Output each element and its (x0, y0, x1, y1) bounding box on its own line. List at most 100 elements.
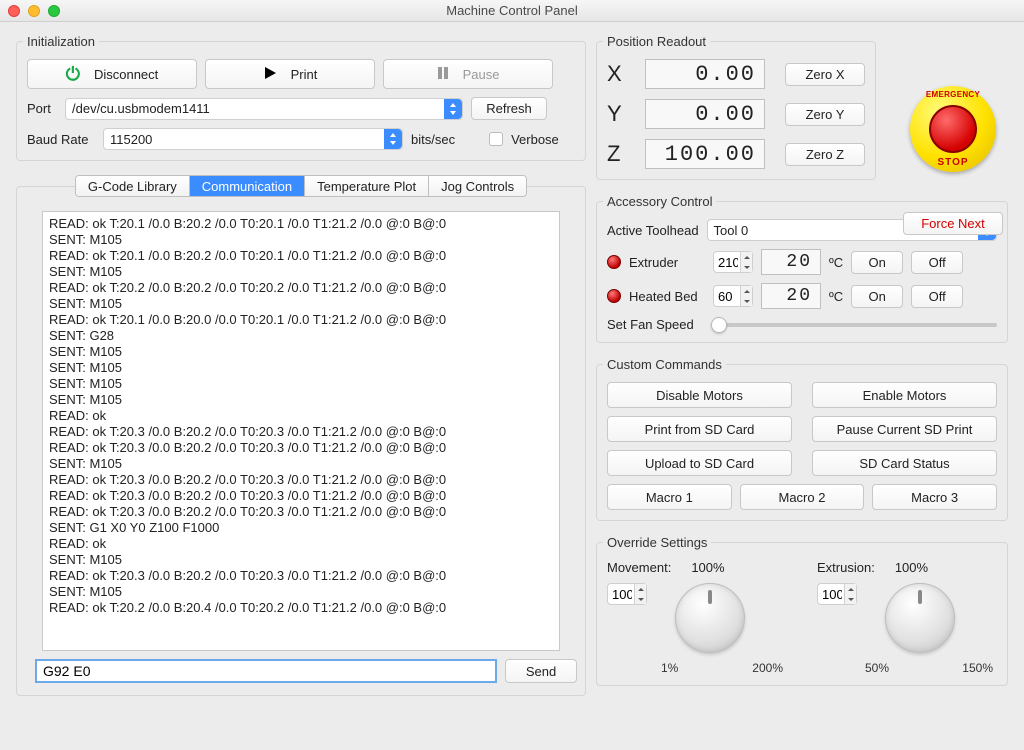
extruder-off-button[interactable]: Off (911, 251, 963, 274)
active-toolhead-label: Active Toolhead (607, 223, 699, 238)
refresh-button[interactable]: Refresh (471, 97, 547, 120)
sd-card-status-button[interactable]: SD Card Status (812, 450, 997, 476)
print-label: Print (291, 67, 318, 82)
zero-y-button[interactable]: Zero Y (785, 103, 865, 126)
communication-panel: READ: ok T:20.1 /0.0 B:20.2 /0.0 T0:20.1… (16, 186, 586, 696)
macro-2-button[interactable]: Macro 2 (740, 484, 865, 510)
bed-label: Heated Bed (629, 289, 705, 304)
print-from-sd-button[interactable]: Print from SD Card (607, 416, 792, 442)
movement-spinner[interactable] (607, 583, 647, 605)
pause-sd-print-button[interactable]: Pause Current SD Print (812, 416, 997, 442)
x-axis-label: X (607, 61, 635, 87)
movement-max: 200% (752, 661, 783, 675)
console-line: READ: ok T:20.3 /0.0 B:20.2 /0.0 T0:20.3… (49, 472, 553, 488)
position-legend: Position Readout (603, 34, 710, 49)
extruder-setpoint-spinner[interactable] (713, 251, 753, 273)
extruder-on-button[interactable]: On (851, 251, 903, 274)
extruder-led-icon (607, 255, 621, 269)
window-title: Machine Control Panel (446, 3, 578, 18)
console-line: READ: ok T:20.2 /0.0 B:20.4 /0.0 T0:20.2… (49, 600, 553, 616)
verbose-label: Verbose (511, 132, 559, 147)
bed-on-button[interactable]: On (851, 285, 903, 308)
fan-label: Set Fan Speed (607, 317, 703, 332)
macro-1-button[interactable]: Macro 1 (607, 484, 732, 510)
port-select[interactable]: /dev/cu.usbmodem1411 (65, 98, 463, 120)
baud-unit: bits/sec (411, 132, 455, 147)
extrusion-pct: 100% (895, 560, 928, 575)
traffic-lights (8, 5, 60, 17)
maximize-icon[interactable] (48, 5, 60, 17)
console-line: SENT: M105 (49, 456, 553, 472)
enable-motors-button[interactable]: Enable Motors (812, 382, 997, 408)
console-line: SENT: M105 (49, 296, 553, 312)
tabbar: G-Code Library Communication Temperature… (75, 175, 527, 197)
console-line: SENT: M105 (49, 584, 553, 600)
console-line: READ: ok T:20.1 /0.0 B:20.2 /0.0 T0:20.1… (49, 248, 553, 264)
port-value: /dev/cu.usbmodem1411 (72, 101, 210, 116)
console-line: SENT: G28 (49, 328, 553, 344)
bed-setpoint-spinner[interactable] (713, 285, 753, 307)
play-icon (263, 66, 277, 83)
verbose-checkbox[interactable] (489, 132, 503, 146)
force-next-button[interactable]: Force Next (903, 212, 1003, 235)
console-line: READ: ok T:20.2 /0.0 B:20.2 /0.0 T0:20.2… (49, 280, 553, 296)
console-line: SENT: M105 (49, 344, 553, 360)
console-log[interactable]: READ: ok T:20.1 /0.0 B:20.2 /0.0 T0:20.1… (42, 211, 560, 651)
console-line: SENT: G1 X0 Y0 Z100 F1000 (49, 520, 553, 536)
extrusion-label: Extrusion: (817, 560, 875, 575)
tab-communication[interactable]: Communication (190, 176, 305, 196)
tab-temperature-plot[interactable]: Temperature Plot (305, 176, 429, 196)
y-axis-label: Y (607, 101, 635, 127)
disable-motors-button[interactable]: Disable Motors (607, 382, 792, 408)
x-readout: 0.00 (645, 59, 765, 89)
deg-label-2: ºC (829, 289, 843, 304)
z-readout: 100.00 (645, 139, 765, 169)
gcode-input[interactable] (35, 659, 497, 683)
console-line: READ: ok T:20.3 /0.0 B:20.2 /0.0 T0:20.3… (49, 440, 553, 456)
custom-legend: Custom Commands (603, 357, 726, 372)
upload-to-sd-button[interactable]: Upload to SD Card (607, 450, 792, 476)
zero-x-button[interactable]: Zero X (785, 63, 865, 86)
emergency-stop-button[interactable]: EMERGENCY STOP (910, 86, 996, 172)
extruder-label: Extruder (629, 255, 705, 270)
power-icon: ⏻ (66, 64, 80, 85)
console-line: READ: ok T:20.3 /0.0 B:20.2 /0.0 T0:20.3… (49, 504, 553, 520)
send-button[interactable]: Send (505, 659, 577, 683)
console-line: SENT: M105 (49, 264, 553, 280)
minimize-icon[interactable] (28, 5, 40, 17)
zero-z-button[interactable]: Zero Z (785, 143, 865, 166)
close-icon[interactable] (8, 5, 20, 17)
estop-top-label: EMERGENCY (926, 90, 980, 99)
fan-speed-slider[interactable] (711, 323, 997, 327)
active-toolhead-value: Tool 0 (714, 223, 749, 238)
console-line: READ: ok (49, 408, 553, 424)
deg-label: ºC (829, 255, 843, 270)
bed-off-button[interactable]: Off (911, 285, 963, 308)
print-button[interactable]: Print (205, 59, 375, 89)
baud-label: Baud Rate (27, 132, 95, 147)
z-axis-label: Z (607, 141, 635, 167)
override-legend: Override Settings (603, 535, 711, 550)
macro-3-button[interactable]: Macro 3 (872, 484, 997, 510)
console-line: SENT: M105 (49, 232, 553, 248)
tab-gcode-library[interactable]: G-Code Library (76, 176, 190, 196)
console-line: SENT: M105 (49, 392, 553, 408)
console-line: READ: ok T:20.1 /0.0 B:20.0 /0.0 T0:20.1… (49, 312, 553, 328)
disconnect-label: Disconnect (94, 67, 158, 82)
console-line: READ: ok T:20.3 /0.0 B:20.2 /0.0 T0:20.3… (49, 424, 553, 440)
disconnect-button[interactable]: ⏻ Disconnect (27, 59, 197, 89)
estop-core-icon (929, 105, 977, 153)
tab-jog-controls[interactable]: Jog Controls (429, 176, 526, 196)
console-line: SENT: M105 (49, 552, 553, 568)
movement-pct: 100% (691, 560, 724, 575)
extrusion-spinner[interactable] (817, 583, 857, 605)
extrusion-knob[interactable] (885, 583, 955, 653)
override-settings-group: Override Settings Movement: 100% (596, 535, 1008, 686)
extruder-temp-readout: 20 (761, 249, 821, 275)
bed-temp-readout: 20 (761, 283, 821, 309)
pause-button[interactable]: Pause (383, 59, 553, 89)
dropdown-icon (384, 129, 402, 149)
baud-select[interactable]: 115200 (103, 128, 403, 150)
movement-knob[interactable] (675, 583, 745, 653)
slider-thumb-icon[interactable] (711, 317, 727, 333)
